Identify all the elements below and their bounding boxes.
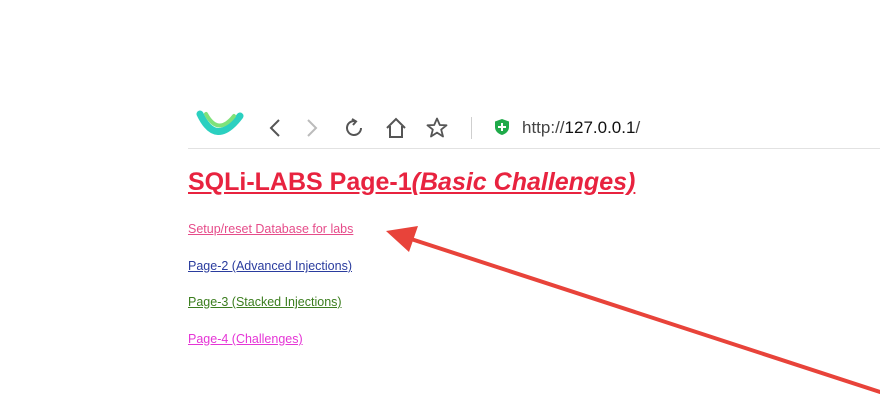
- secure-shield-icon: [495, 119, 509, 135]
- bookmark-star-icon: [426, 117, 448, 138]
- page-3-link[interactable]: Page-3 (Stacked Injections): [188, 295, 342, 309]
- url-host: 127.0.0.1: [564, 118, 636, 137]
- address-bar[interactable]: http://127.0.0.1/: [522, 117, 640, 139]
- annotation-arrow: [386, 226, 880, 394]
- reload-icon: [346, 118, 362, 136]
- reload-button[interactable]: [341, 114, 367, 142]
- page-title-sub: (Basic Challenges): [411, 168, 636, 196]
- page-title-main: SQLi-LABS Page-1: [188, 168, 412, 196]
- back-button[interactable]: [262, 114, 288, 142]
- url-scheme: http://: [522, 118, 565, 137]
- browser-logo-icon: [196, 110, 244, 135]
- forward-button[interactable]: [299, 114, 325, 142]
- page-title: SQLi-LABS Page-1(Basic Challenges): [188, 168, 635, 197]
- page: http://127.0.0.1/ SQLi-LABS Page-1(Basic…: [0, 0, 880, 410]
- setup-reset-database-link[interactable]: Setup/reset Database for labs: [188, 222, 353, 236]
- forward-icon: [307, 119, 318, 137]
- page-4-link[interactable]: Page-4 (Challenges): [188, 332, 303, 346]
- page-2-link[interactable]: Page-2 (Advanced Injections): [188, 259, 352, 273]
- home-icon: [386, 117, 406, 138]
- url-tail: /: [635, 118, 641, 137]
- bookmark-button[interactable]: [424, 114, 450, 142]
- home-button[interactable]: [383, 114, 409, 142]
- toolbar-separator: [471, 117, 472, 139]
- back-icon: [269, 119, 280, 137]
- toolbar-divider: [188, 148, 880, 149]
